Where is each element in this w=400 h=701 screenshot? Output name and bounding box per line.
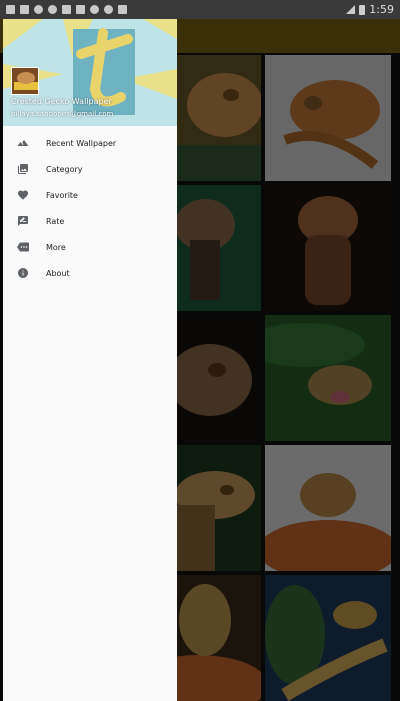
battery-icon	[359, 4, 366, 15]
menu-item-label: More	[46, 242, 66, 252]
rate-review-icon	[16, 214, 30, 228]
screen: 1:59 Crested Gecko Wallpaper billaya.san…	[0, 0, 400, 701]
avatar	[11, 67, 39, 95]
status-bar: 1:59	[0, 0, 400, 19]
menu-item-label: Recent Wallpaper	[46, 138, 117, 148]
instagram-icon	[104, 5, 113, 14]
heart-icon	[16, 188, 30, 202]
notification-icon	[76, 5, 85, 14]
menu-item-recent-wallpaper[interactable]: Recent Wallpaper	[3, 130, 177, 156]
landscape-icon	[16, 136, 30, 150]
menu-item-label: Favorite	[46, 190, 78, 200]
status-time: 1:59	[369, 3, 394, 16]
notification-icon	[20, 5, 29, 14]
menu-item-about[interactable]: About	[3, 260, 177, 286]
menu-item-label: Category	[46, 164, 83, 174]
notification-icon	[6, 5, 15, 14]
globe-icon	[48, 5, 57, 14]
menu-item-rate[interactable]: Rate	[3, 208, 177, 234]
menu-item-category[interactable]: Category	[3, 156, 177, 182]
menu-item-label: About	[46, 268, 70, 278]
signal-icon	[346, 5, 356, 14]
menu-item-label: Rate	[46, 216, 65, 226]
game-icon	[62, 5, 71, 14]
info-icon	[16, 266, 30, 280]
shield-icon	[34, 5, 43, 14]
drawer-email: billaya.sandones@gmail.com	[11, 110, 114, 118]
photo-library-icon	[16, 162, 30, 176]
menu-item-more[interactable]: More	[3, 234, 177, 260]
drawer-app-name: Crested Gecko Wallpaper	[11, 97, 112, 106]
more-icon	[16, 240, 30, 254]
notification-icons	[6, 5, 127, 14]
status-right: 1:59	[346, 3, 394, 16]
drawer-header: Crested Gecko Wallpaper billaya.sandones…	[3, 19, 177, 126]
navigation-drawer: Crested Gecko Wallpaper billaya.sandones…	[3, 19, 177, 701]
instagram-icon	[90, 5, 99, 14]
menu-item-favorite[interactable]: Favorite	[3, 182, 177, 208]
drawer-menu: Recent Wallpaper Category Favorite Rate	[3, 126, 177, 286]
play-icon	[118, 5, 127, 14]
